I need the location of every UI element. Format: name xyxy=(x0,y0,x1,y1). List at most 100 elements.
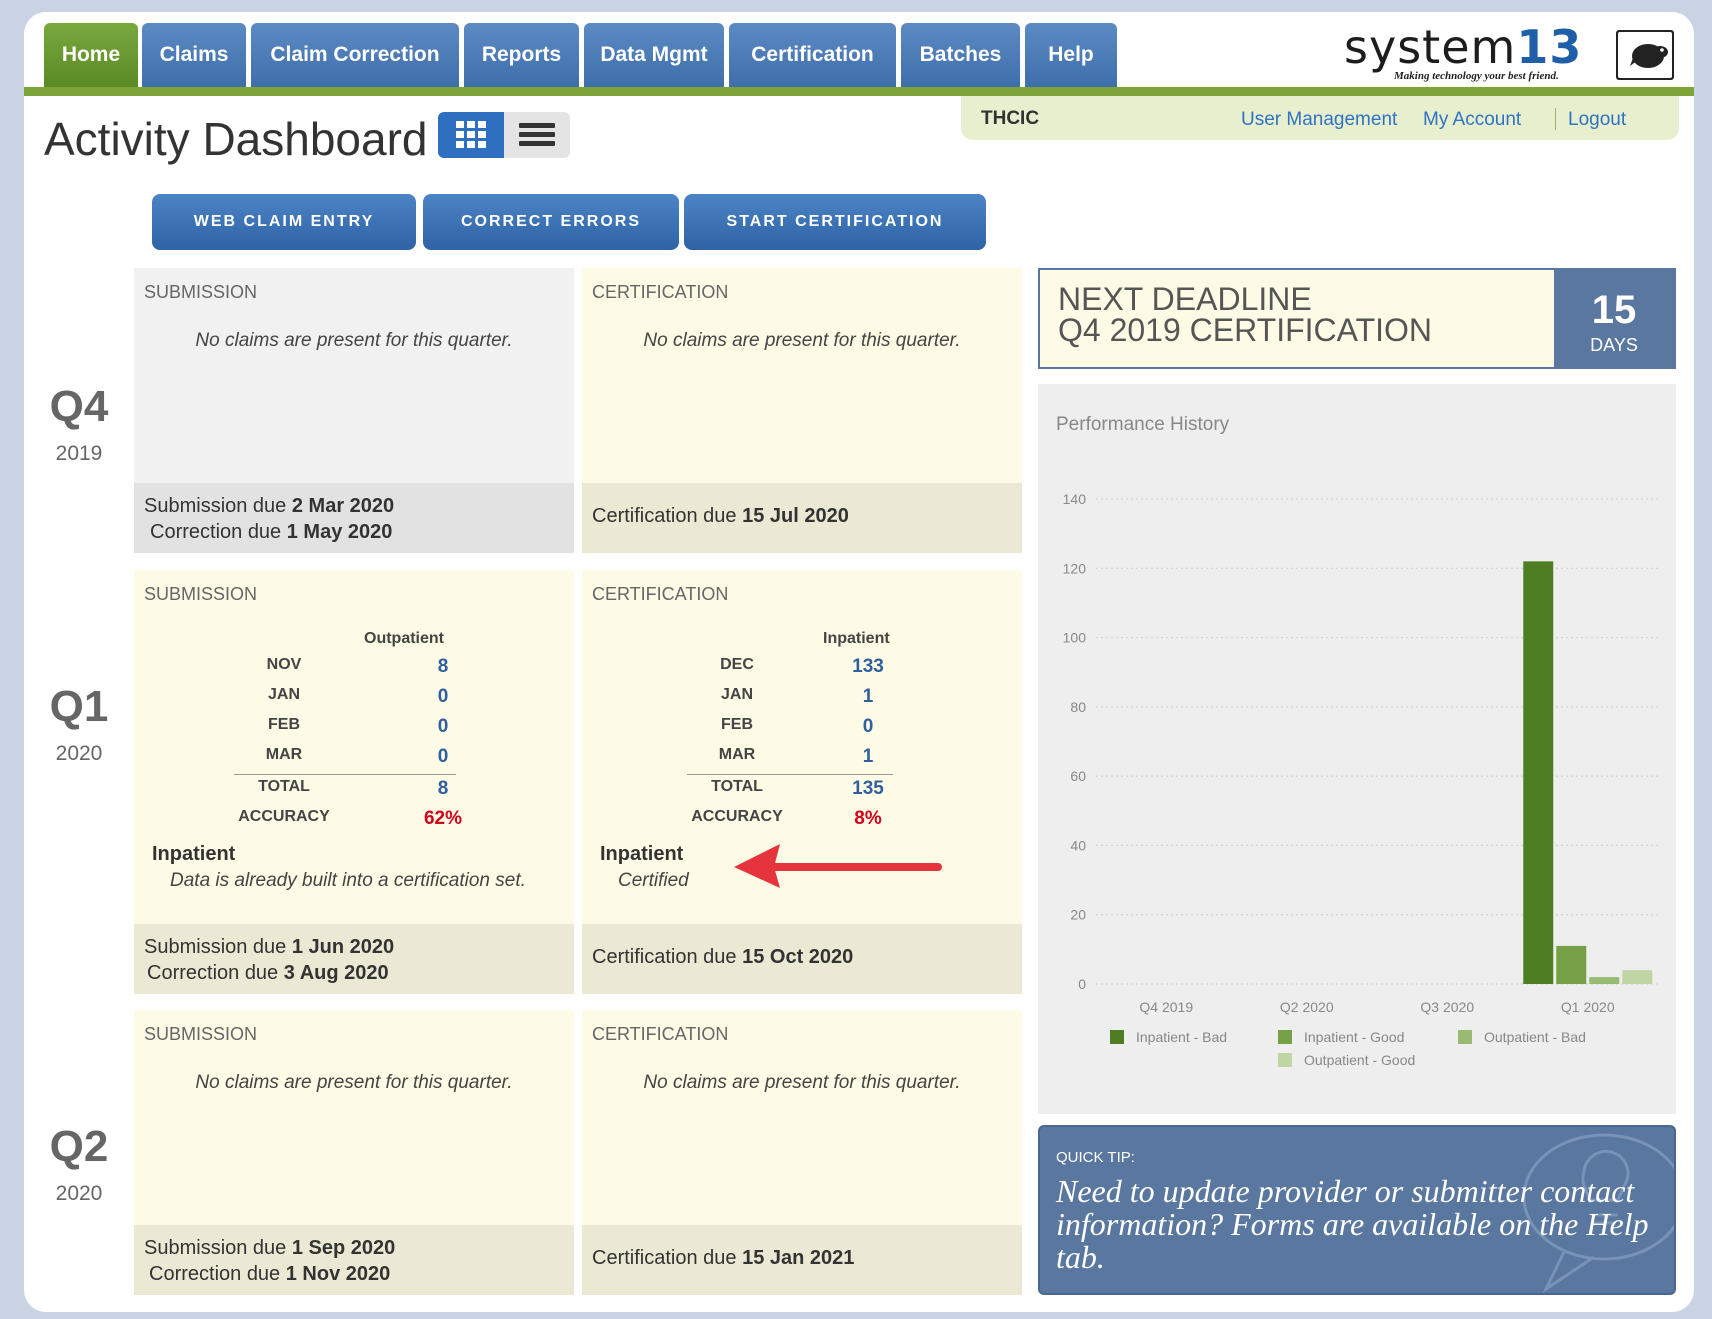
note-title: Inpatient xyxy=(152,843,236,865)
total-label: TOTAL xyxy=(711,778,763,795)
user-management-link[interactable]: User Management xyxy=(1241,109,1397,131)
legend-swatch xyxy=(1278,1053,1292,1067)
quarter-year: 2020 xyxy=(55,742,103,765)
list-view-button[interactable] xyxy=(504,112,570,158)
logo: system13 xyxy=(1344,20,1582,74)
card-heading: SUBMISSION xyxy=(144,282,258,302)
column-header: Outpatient xyxy=(364,630,444,647)
inpatient-table: Inpatient DEC 133 JAN 1 FEB 0 MAR 1 TOTAL 135… xyxy=(687,630,987,830)
legend-label: Inpatient - Good xyxy=(1304,1029,1404,1045)
count: 8 xyxy=(437,656,449,677)
total-row: TOTAL 8 xyxy=(234,778,534,802)
legend-swatch xyxy=(1110,1030,1124,1044)
table-row: MAR 1 xyxy=(687,746,987,770)
due-label: Certification due xyxy=(592,946,737,968)
logout-link[interactable]: Logout xyxy=(1568,109,1626,131)
certification-card-q2-2020: CERTIFICATION No claims are present for … xyxy=(582,1010,1022,1295)
empty-message: No claims are present for this quarter. xyxy=(195,1072,513,1093)
total-divider xyxy=(234,774,456,775)
month: MAR xyxy=(265,746,303,763)
tab-data-mgmt[interactable]: Data Mgmt xyxy=(584,23,724,87)
empty-message: No claims are present for this quarter. xyxy=(643,1072,961,1093)
quarter-name: Q4 xyxy=(49,382,109,431)
legend-swatch xyxy=(1278,1030,1292,1044)
tab-reports[interactable]: Reports xyxy=(464,23,579,87)
tab-claim-correction[interactable]: Claim Correction xyxy=(251,23,459,87)
quarter-label-q2-2020: Q2 2020 xyxy=(24,1122,134,1206)
count: 0 xyxy=(862,716,874,737)
month: JAN xyxy=(720,686,753,703)
due-date: 15 Jan 2021 xyxy=(742,1247,855,1269)
web-claim-entry-button[interactable]: WEB CLAIM ENTRY xyxy=(152,194,416,250)
quarter-year: 2020 xyxy=(55,1182,103,1205)
submission-card-q2-2020: SUBMISSION No claims are present for thi… xyxy=(134,1010,574,1295)
chart-bar xyxy=(1622,970,1653,984)
accuracy-label: ACCURACY xyxy=(691,808,783,825)
due-dates: Certification due 15 Jan 2021 xyxy=(582,1225,1022,1295)
count: 0 xyxy=(437,686,449,707)
accuracy-row: ACCURACY 62% xyxy=(234,808,534,832)
quarter-label-q1-2020: Q1 2020 xyxy=(24,682,134,766)
due-date: 15 Jul 2020 xyxy=(742,505,849,527)
due-label: Certification due xyxy=(592,1247,737,1269)
next-deadline-panel: NEXT DEADLINE Q4 2019 CERTIFICATION 15 D… xyxy=(1038,268,1676,369)
legend-label: Inpatient - Bad xyxy=(1136,1029,1227,1045)
total-divider xyxy=(687,774,893,775)
due-date: 15 Oct 2020 xyxy=(742,946,854,968)
month: FEB xyxy=(721,716,753,733)
y-tick-label: 20 xyxy=(1070,907,1086,923)
month: MAR xyxy=(718,746,756,763)
deadline-text: NEXT DEADLINE Q4 2019 CERTIFICATION xyxy=(1058,283,1432,346)
total-value: 135 xyxy=(852,778,884,799)
submission-card-q1-2020: SUBMISSION Outpatient NOV 8 JAN 0 FEB 0 MAR… xyxy=(134,570,574,994)
empty-message: No claims are present for this quarter. xyxy=(643,330,961,351)
arrow-left-icon xyxy=(734,844,942,888)
y-tick-label: 60 xyxy=(1070,768,1086,784)
performance-history-panel: Performance History 0 20 40 60 80 100 120 140 Q4… xyxy=(1038,384,1676,1114)
page-title: Activity Dashboard xyxy=(44,113,428,165)
quarter-name: Q1 xyxy=(49,682,109,731)
due-date: 1 Jun 2020 xyxy=(291,936,395,958)
card-heading: CERTIFICATION xyxy=(592,584,729,604)
table-row: DEC 133 xyxy=(687,656,987,680)
correct-errors-button[interactable]: CORRECT ERRORS xyxy=(423,194,679,250)
table-row: NOV 8 xyxy=(234,656,534,680)
tab-home[interactable]: Home xyxy=(44,23,138,87)
account-bar: THCIC User Management My Account Logout xyxy=(961,96,1679,140)
tab-batches[interactable]: Batches xyxy=(901,23,1020,87)
y-tick-label: 140 xyxy=(1063,491,1087,507)
column-header: Inpatient xyxy=(823,630,890,647)
due-dates: Submission due 1 Sep 2020 Correction due… xyxy=(134,1225,574,1295)
accuracy-label: ACCURACY xyxy=(238,808,330,825)
my-account-link[interactable]: My Account xyxy=(1423,109,1521,131)
due-label: Correction due xyxy=(149,1263,281,1285)
tab-claims[interactable]: Claims xyxy=(142,23,246,87)
x-tick-label: Q4 2019 xyxy=(1139,999,1193,1015)
tab-help[interactable]: Help xyxy=(1025,23,1117,87)
grid-icon xyxy=(456,121,486,148)
due-label: Submission due xyxy=(144,495,287,517)
tab-certification[interactable]: Certification xyxy=(729,23,896,87)
due-dates: Submission due 2 Mar 2020 Correction due… xyxy=(134,483,574,553)
empty-message: No claims are present for this quarter. xyxy=(195,330,513,351)
outpatient-table: Outpatient NOV 8 JAN 0 FEB 0 MAR 0 TOTAL 8 AC… xyxy=(234,630,534,830)
count: 0 xyxy=(437,746,449,767)
organization-name: THCIC xyxy=(981,108,1040,129)
table-row: FEB 0 xyxy=(234,716,534,740)
table-row: FEB 0 xyxy=(687,716,987,740)
month: NOV xyxy=(266,656,302,673)
card-heading: CERTIFICATION xyxy=(592,1024,729,1044)
due-dates: Submission due 1 Jun 2020 Correction due… xyxy=(134,924,574,994)
legend-label: Outpatient - Good xyxy=(1304,1052,1415,1068)
x-tick-label: Q1 2020 xyxy=(1561,999,1615,1015)
days-count: 15 xyxy=(1591,288,1637,332)
app-frame: Home Claims Claim Correction Reports Dat… xyxy=(24,12,1694,1312)
performance-chart: 0 20 40 60 80 100 120 140 Q4 2019 Q2 2020 Q3 2020 Q… xyxy=(1063,491,1658,1068)
accuracy-value: 8% xyxy=(854,808,882,829)
grid-view-button[interactable] xyxy=(438,112,504,158)
quarter-label-q4-2019: Q4 2019 xyxy=(24,382,134,466)
start-certification-button[interactable]: START CERTIFICATION xyxy=(684,194,986,250)
card-heading: SUBMISSION xyxy=(144,584,258,604)
count: 1 xyxy=(862,686,874,707)
nav-underline xyxy=(24,87,1694,96)
